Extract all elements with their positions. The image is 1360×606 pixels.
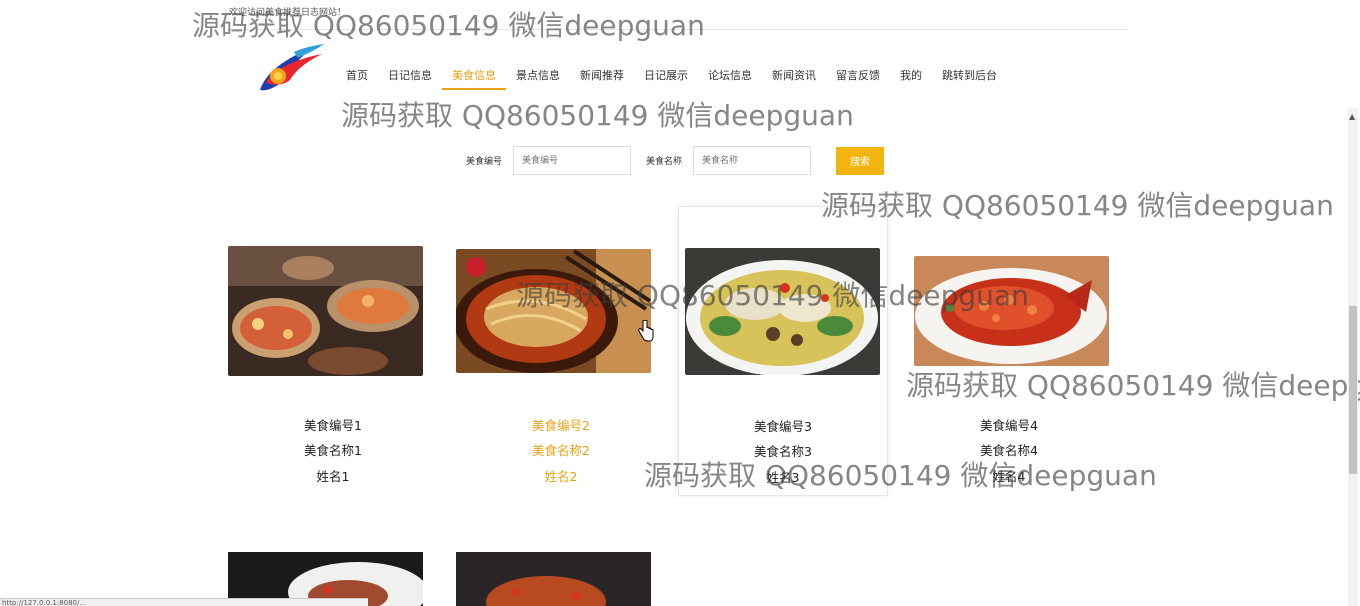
food-card[interactable]: 美食编号1 美食名称1 姓名1 xyxy=(228,206,438,496)
nav-scenic-info[interactable]: 景点信息 xyxy=(506,58,570,90)
food-card[interactable]: 美食编号3 美食名称3 姓名3 xyxy=(678,206,888,496)
seafood-platter-photo xyxy=(228,246,423,376)
code-input[interactable] xyxy=(513,146,632,175)
food-card[interactable]: 美食编号4 美食名称4 姓名4 xyxy=(904,206,1114,496)
spicy-noodles-photo xyxy=(456,249,651,373)
food-person: 姓名1 xyxy=(316,469,350,484)
nav-news-recommend[interactable]: 新闻推荐 xyxy=(570,58,634,90)
fish-soup-photo xyxy=(685,248,880,375)
food-name: 美食名称2 xyxy=(532,443,590,458)
browser-status-url: http://127.0.0.1:8080/... xyxy=(0,598,368,606)
nav-mine[interactable]: 我的 xyxy=(890,58,932,90)
header-divider xyxy=(229,29,1127,30)
nav-admin[interactable]: 跳转到后台 xyxy=(932,58,1007,90)
watermark-text: 源码获取 QQ86050149 微信deepguan xyxy=(341,99,854,132)
nav-news[interactable]: 新闻资讯 xyxy=(762,58,826,90)
hand-cursor-icon xyxy=(638,320,654,342)
name-input[interactable] xyxy=(693,146,812,175)
scroll-up-arrow-icon[interactable]: ▲ xyxy=(1349,112,1355,121)
search-bar: 美食编号 美食名称 搜索 xyxy=(466,146,885,175)
food-card[interactable]: 美食编号2 美食名称2 姓名2 xyxy=(456,206,666,496)
nav-food-info[interactable]: 美食信息 xyxy=(442,58,506,90)
food-name: 美食名称1 xyxy=(304,443,362,458)
food-name: 美食名称4 xyxy=(980,443,1038,458)
food-person: 姓名3 xyxy=(766,470,800,485)
food-card-image-partial[interactable] xyxy=(456,552,651,606)
site-logo[interactable] xyxy=(256,42,328,98)
main-nav: 首页 日记信息 美食信息 景点信息 新闻推荐 日记展示 论坛信息 新闻资讯 留言… xyxy=(336,58,1007,90)
page-scrollbar[interactable]: ▲ xyxy=(1348,108,1358,606)
food-code: 美食编号4 xyxy=(980,418,1038,433)
welcome-text: 欢迎访问美食推荐日志网站！ xyxy=(229,8,347,18)
food-name: 美食名称3 xyxy=(754,444,812,459)
nav-diary-info[interactable]: 日记信息 xyxy=(378,58,442,90)
code-label: 美食编号 xyxy=(466,157,503,167)
food-code: 美食编号1 xyxy=(304,418,362,433)
search-button[interactable]: 搜索 xyxy=(836,146,885,175)
food-code: 美食编号3 xyxy=(754,419,812,434)
nav-home[interactable]: 首页 xyxy=(336,58,378,90)
food-person: 姓名4 xyxy=(992,469,1026,484)
nav-feedback[interactable]: 留言反馈 xyxy=(826,58,890,90)
food-person: 姓名2 xyxy=(544,469,578,484)
name-label: 美食名称 xyxy=(646,157,683,167)
squirrel-fish-photo xyxy=(914,256,1109,366)
food-code: 美食编号2 xyxy=(532,418,590,433)
nav-diary-show[interactable]: 日记展示 xyxy=(634,58,698,90)
scrollbar-thumb[interactable] xyxy=(1349,306,1357,474)
nav-forum[interactable]: 论坛信息 xyxy=(698,58,762,90)
